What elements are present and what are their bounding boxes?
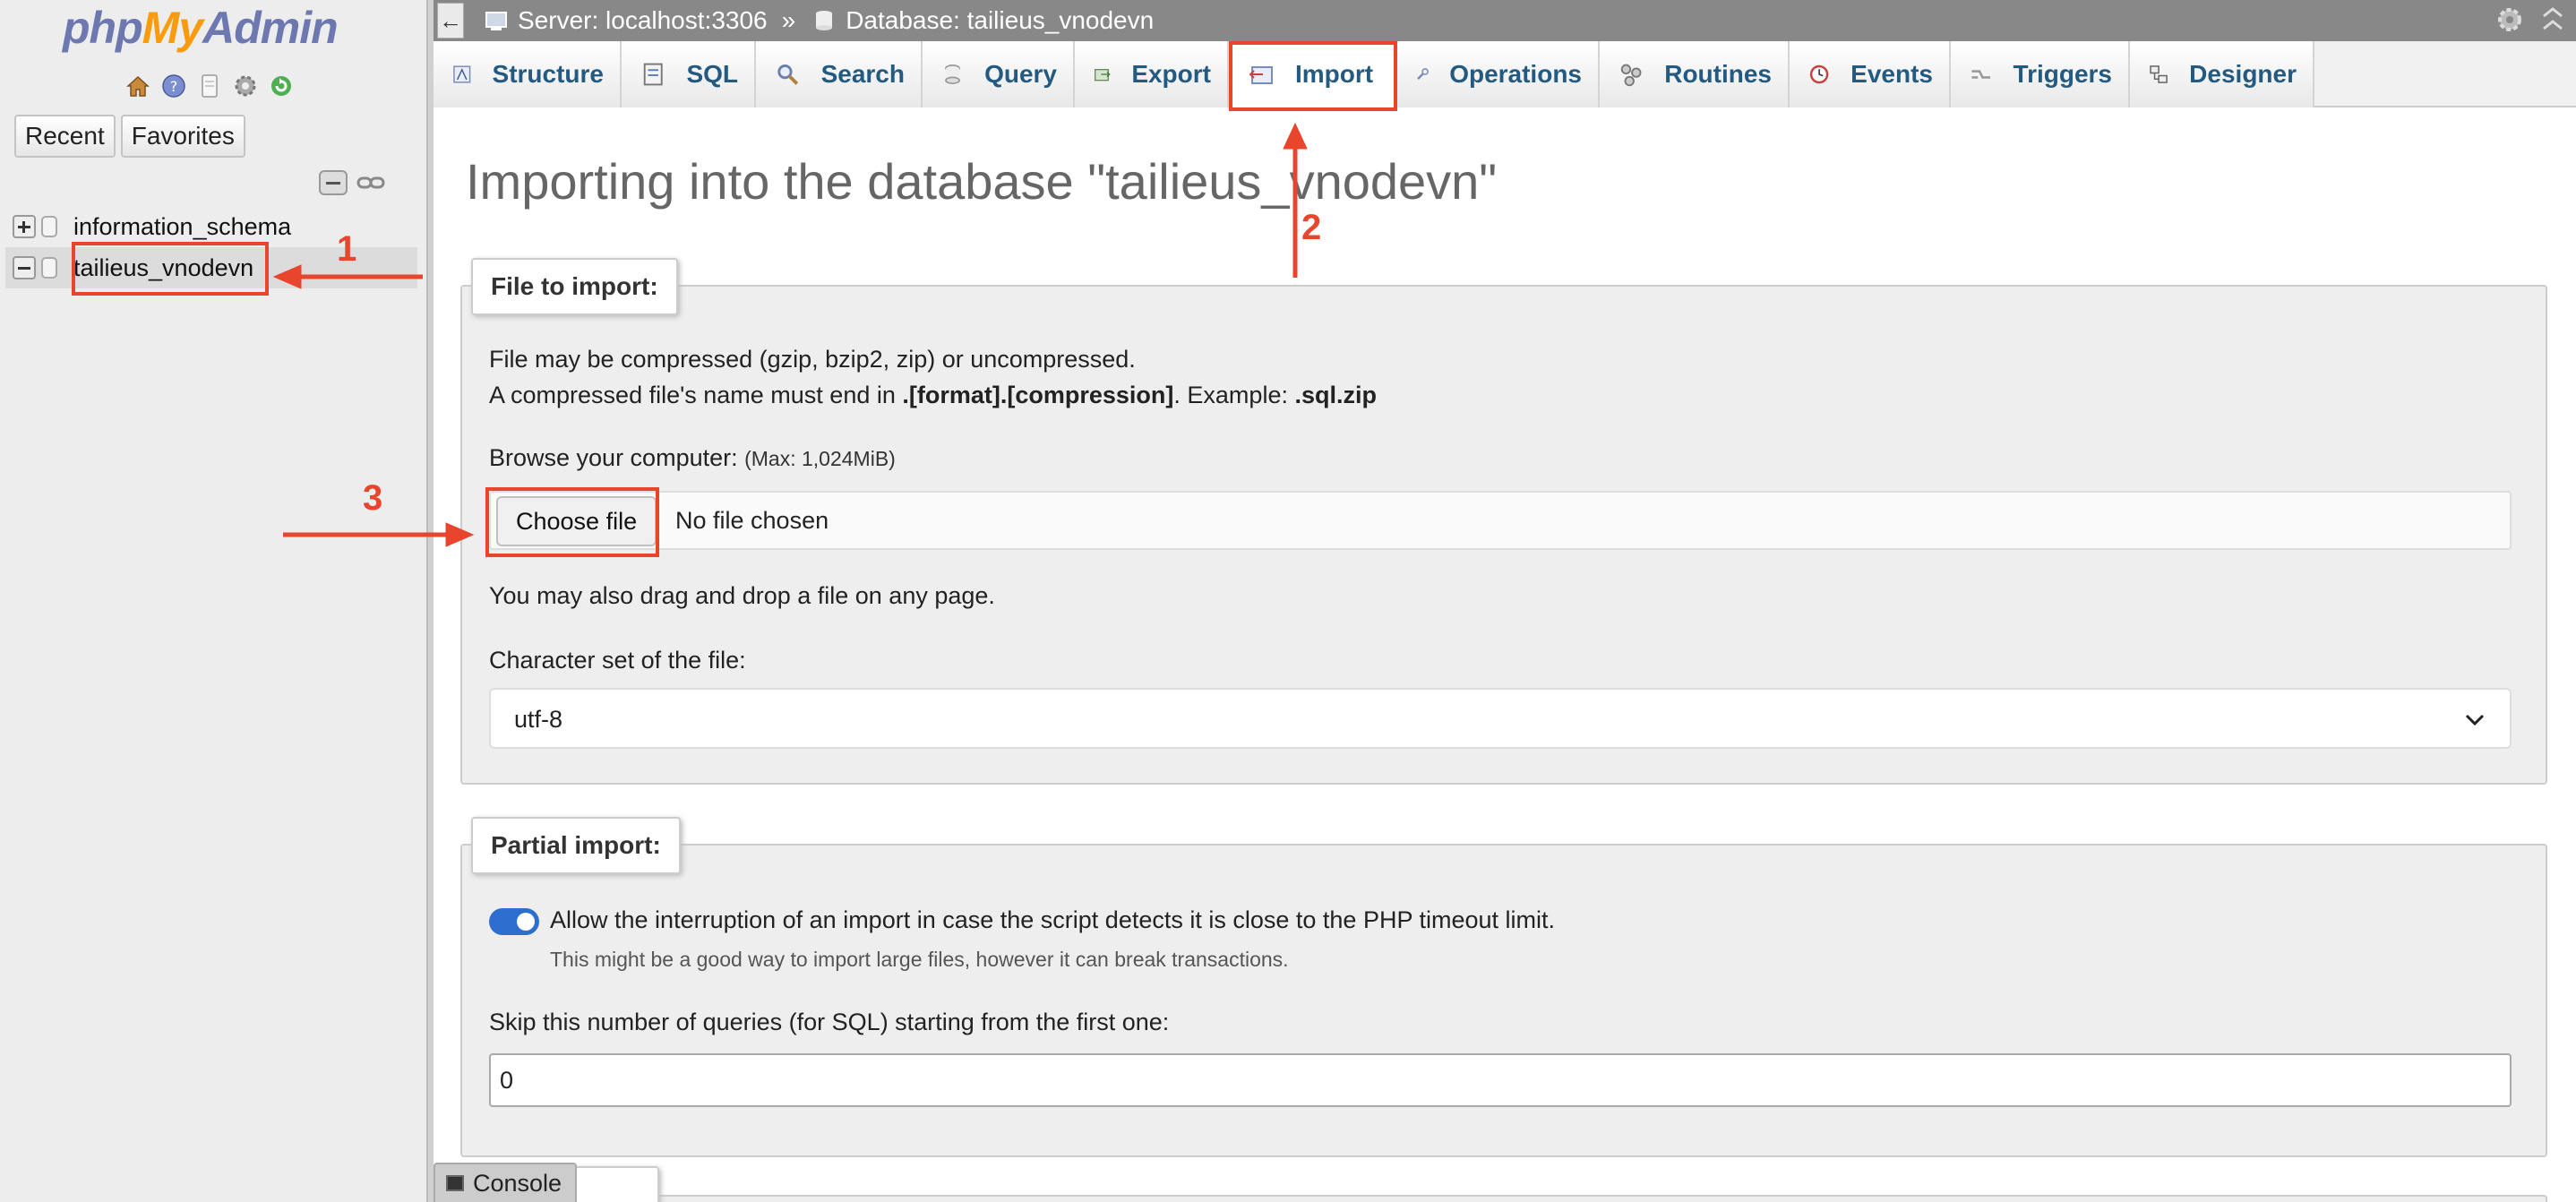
drag-drop-hint: You may also drag and drop a file on any… <box>489 582 995 609</box>
other-options-section <box>460 1195 2547 1202</box>
server-label[interactable]: Server: localhost:3306 <box>518 6 768 35</box>
console-icon <box>446 1175 464 1191</box>
query-icon <box>945 64 960 84</box>
svg-text:?: ? <box>170 78 178 95</box>
routines-icon <box>1620 64 1642 87</box>
database-icon <box>816 11 833 30</box>
expand-icon[interactable] <box>13 215 36 238</box>
phpmyadmin-logo[interactable]: phpMyAdmin <box>63 2 339 54</box>
file-to-import-legend: File to import: <box>471 258 678 315</box>
tab-export[interactable]: Export <box>1075 41 1229 107</box>
logout-icon[interactable]: ? <box>159 72 188 100</box>
annotation-number-3: 3 <box>363 478 383 518</box>
recent-button[interactable]: Recent <box>14 115 116 158</box>
tab-structure[interactable]: Structure <box>434 41 622 107</box>
docs-icon[interactable] <box>195 72 224 100</box>
page-title: Importing into the database "tailieus_vn… <box>466 153 1498 210</box>
browse-label: Browse your computer: (Max: 1,024MiB) <box>489 444 896 471</box>
link-with-main-icon[interactable] <box>356 174 385 192</box>
partial-import-section: Allow the interruption of an import in c… <box>460 844 2547 1157</box>
chevron-down-icon <box>2465 714 2485 726</box>
breadcrumb-server[interactable]: Server: localhost:3306 <box>484 6 768 35</box>
main-content: Importing into the database "tailieus_vn… <box>434 109 2576 1202</box>
charset-value: utf-8 <box>514 706 563 733</box>
file-status: No file chosen <box>675 507 829 534</box>
tab-routines[interactable]: Routines <box>1600 41 1790 107</box>
annotation-number-1: 1 <box>337 229 357 269</box>
compression-note: File may be compressed (gzip, bzip2, zip… <box>489 346 1136 373</box>
tab-query[interactable]: Query <box>923 41 1075 107</box>
annotation-box-choose-file <box>485 487 659 557</box>
navigation-panel: phpMyAdmin ? Recent Favorites informatio… <box>0 0 428 1202</box>
compression-format-note: A compressed file's name must end in .[f… <box>489 382 1377 408</box>
file-to-import-section: File may be compressed (gzip, bzip2, zip… <box>460 285 2547 785</box>
reload-icon[interactable] <box>267 72 296 100</box>
allow-interrupt-label[interactable]: Allow the interruption of an import in c… <box>550 906 1555 934</box>
skip-queries-label: Skip this number of queries (for SQL) st… <box>489 1009 1170 1035</box>
topbar-actions <box>2495 5 2567 34</box>
file-input[interactable]: Choose file No file chosen <box>489 491 2512 550</box>
clock-icon <box>1809 64 1829 84</box>
back-arrow-icon[interactable]: ← <box>437 3 464 39</box>
settings-icon[interactable] <box>231 72 260 100</box>
database-label[interactable]: Database: tailieus_vnodevn <box>846 6 1154 35</box>
allow-interrupt-hint: This might be a good way to import large… <box>550 948 1289 971</box>
database-icon <box>41 216 57 237</box>
collapse-icon[interactable] <box>13 256 36 279</box>
charset-select[interactable]: utf-8 <box>489 688 2512 749</box>
database-icon <box>41 257 57 279</box>
recent-favorites-bar: Recent Favorites <box>14 115 245 158</box>
database-name[interactable]: information_schema <box>73 213 291 241</box>
home-icon[interactable] <box>124 72 152 100</box>
tab-triggers[interactable]: Triggers <box>1951 41 2130 107</box>
breadcrumb-database[interactable]: Database: tailieus_vnodevn <box>811 6 1154 35</box>
structure-icon <box>453 65 471 83</box>
designer-icon <box>2150 65 2168 83</box>
favorites-button[interactable]: Favorites <box>120 115 245 158</box>
database-tabs: Structure SQL Search Query Export Import… <box>434 41 2576 107</box>
tab-sql[interactable]: SQL <box>622 41 756 107</box>
tab-events[interactable]: Events <box>1790 41 1951 107</box>
server-icon <box>485 12 507 30</box>
quick-icons: ? <box>124 72 296 100</box>
triggers-icon <box>1971 70 1991 79</box>
partial-import-legend: Partial import: <box>471 817 681 874</box>
tab-search[interactable]: Search <box>756 41 923 107</box>
charset-label: Character set of the file: <box>489 647 746 674</box>
wrench-icon <box>1417 68 1429 80</box>
collapse-page-icon[interactable] <box>2538 5 2567 34</box>
annotation-number-2: 2 <box>1301 208 1322 247</box>
annotation-box-database <box>72 242 269 296</box>
skip-queries-input[interactable]: 0 <box>489 1053 2512 1107</box>
sql-icon <box>643 63 663 86</box>
allow-interrupt-toggle[interactable] <box>489 908 539 935</box>
console-label: Console <box>473 1169 562 1197</box>
search-icon <box>777 64 799 85</box>
annotation-box-import-tab <box>1229 41 1397 111</box>
breadcrumb-bar: ← Server: localhost:3306 » Database: tai… <box>434 0 2576 41</box>
gear-icon[interactable] <box>2495 5 2524 34</box>
breadcrumb-separator: » <box>781 6 796 34</box>
console-toggle[interactable]: Console <box>434 1163 577 1202</box>
tab-operations[interactable]: Operations <box>1397 41 1600 107</box>
tab-designer[interactable]: Designer <box>2130 41 2314 107</box>
collapse-all-icon[interactable] <box>319 170 348 195</box>
export-icon <box>1094 69 1111 82</box>
